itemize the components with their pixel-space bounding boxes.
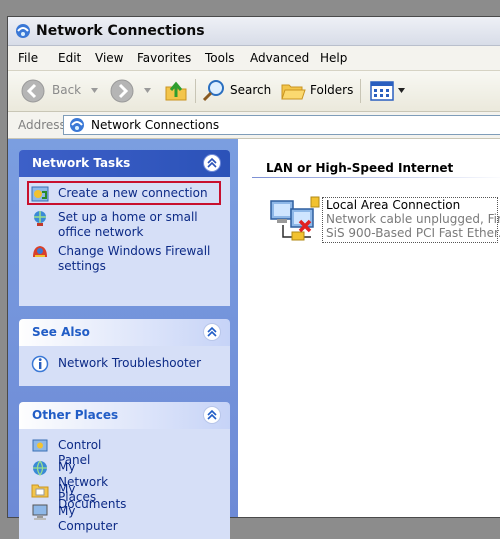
content-area: Network Tasks Create a new connection Se… [8, 139, 500, 539]
other-places-header[interactable]: Other Places [19, 402, 230, 429]
connection-status: Network cable unplugged, Fire... [326, 212, 500, 226]
group-title: LAN or High-Speed Internet [266, 161, 454, 175]
forward-arrow-icon [110, 79, 134, 103]
toolbar: Back Search Folders [8, 71, 500, 112]
group-divider [252, 177, 500, 178]
task-label: Create a new connection [58, 186, 208, 200]
network-places-icon [33, 460, 47, 477]
task-label: My Computer [58, 504, 118, 533]
documents-folder-icon [31, 484, 49, 498]
explorer-window: Network Connections File Edit View Favor… [8, 17, 500, 539]
toolbar-separator [360, 79, 361, 103]
lan-connection-icon [270, 196, 320, 241]
see-also-body: Network Troubleshooter [19, 346, 230, 386]
new-connection-icon [31, 186, 49, 202]
network-tasks-panel: Network Tasks Create a new connection Se… [19, 150, 230, 306]
up-folder-icon[interactable] [164, 79, 188, 103]
collapse-icon[interactable] [203, 154, 221, 172]
back-dropdown-icon[interactable] [91, 88, 98, 94]
menu-view[interactable]: View [95, 51, 123, 65]
task-label: Network Troubleshooter [58, 356, 201, 370]
address-value: Network Connections [91, 118, 220, 132]
see-also-panel: See Also Network Troubleshooter [19, 319, 230, 386]
forward-dropdown-icon[interactable] [144, 88, 151, 94]
back-label: Back [52, 83, 82, 97]
window-title: Network Connections [36, 23, 205, 39]
address-label: Address [18, 118, 66, 132]
task-label: Change Windows Firewall settings [58, 244, 211, 273]
folders-button[interactable]: Folders [280, 79, 354, 103]
folders-icon [281, 84, 306, 100]
other-places-title: Other Places [32, 408, 119, 422]
network-connections-icon [70, 118, 84, 132]
views-icon [370, 81, 394, 101]
network-connections-icon [16, 24, 30, 38]
forward-button[interactable] [109, 78, 159, 104]
collapse-icon[interactable] [203, 406, 221, 424]
connection-device: SiS 900-Based PCI Fast Ether... [326, 226, 500, 240]
network-tasks-body: Create a new connection Set up a home or… [19, 177, 230, 306]
collapse-icon[interactable] [203, 323, 221, 341]
search-button[interactable]: Search [202, 79, 272, 103]
title-bar[interactable]: Network Connections [8, 17, 500, 46]
menu-advanced[interactable]: Advanced [250, 51, 309, 65]
task-pane: Network Tasks Create a new connection Se… [8, 139, 238, 539]
views-button[interactable] [369, 79, 409, 103]
toolbar-separator [195, 79, 196, 103]
network-tasks-header[interactable]: Network Tasks [19, 150, 230, 177]
menu-file[interactable]: File [18, 51, 38, 65]
home-network-icon [34, 211, 46, 226]
help-icon [31, 355, 49, 373]
computer-icon [32, 504, 48, 520]
search-label: Search [230, 83, 272, 97]
folders-label: Folders [310, 83, 354, 97]
back-arrow-icon [21, 79, 45, 103]
see-also-header[interactable]: See Also [19, 319, 230, 346]
other-places-body: Control Panel My Network Places My Docum… [19, 429, 230, 539]
firewall-icon [33, 246, 47, 257]
menu-favorites[interactable]: Favorites [137, 51, 191, 65]
address-bar: Address Network Connections [8, 112, 500, 139]
address-field[interactable]: Network Connections [63, 115, 500, 135]
task-label: Set up a home or small office network [58, 210, 198, 239]
connection-name: Local Area Connection [326, 198, 461, 212]
menu-edit[interactable]: Edit [58, 51, 81, 65]
other-places-panel: Other Places Control Panel My Network Pl… [19, 402, 230, 539]
control-panel-icon [32, 439, 48, 452]
search-icon [202, 80, 224, 102]
menu-tools[interactable]: Tools [205, 51, 235, 65]
see-also-title: See Also [32, 325, 90, 339]
views-dropdown-icon[interactable] [398, 88, 405, 94]
back-button[interactable]: Back [20, 78, 98, 104]
network-tasks-title: Network Tasks [32, 156, 131, 170]
menu-help[interactable]: Help [320, 51, 347, 65]
menu-bar: File Edit View Favorites Tools Advanced … [8, 46, 500, 71]
